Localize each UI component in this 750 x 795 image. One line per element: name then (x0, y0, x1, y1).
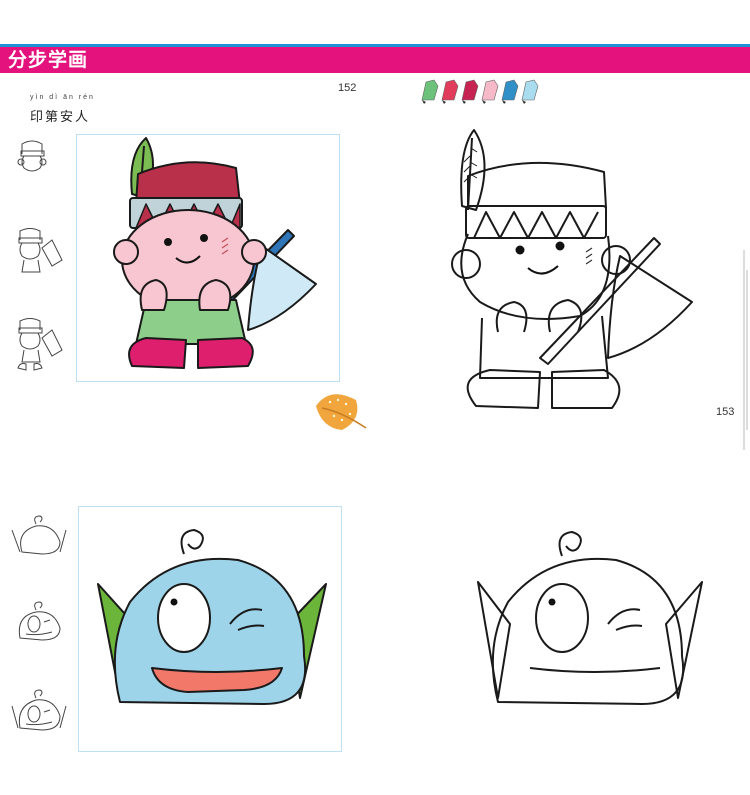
leaf-icon (316, 394, 367, 430)
indian-step-3 (17, 318, 63, 371)
pencil-green-icon (421, 79, 439, 104)
fish-step-1 (11, 515, 67, 555)
fish-outline-illustration (477, 531, 703, 705)
pencils-icon (421, 79, 539, 104)
indian-colored-illustration (113, 137, 317, 369)
page-number-right: 153 (716, 406, 735, 418)
page-number-left: 152 (338, 82, 357, 94)
indian-step-1 (17, 140, 47, 172)
fish-colored-illustration (97, 529, 327, 705)
lesson-title: 印第安人 (30, 110, 91, 125)
pencil-blue-icon (501, 79, 519, 104)
fish-step-2 (18, 601, 61, 641)
right-edge-decoration (743, 250, 748, 450)
pencil-pink-icon (481, 79, 499, 104)
lesson-pinyin: yìn dì ān rén (30, 94, 95, 101)
header-banner: 分步学画 (0, 47, 750, 73)
header-title: 分步学画 (8, 49, 89, 71)
indian-step-2 (18, 228, 63, 273)
fish-step-3 (11, 689, 67, 731)
pencil-red-icon (441, 79, 459, 104)
pencil-crimson-icon (461, 79, 479, 104)
indian-outline-illustration (451, 129, 693, 409)
pencil-lightblue-icon (521, 79, 539, 104)
